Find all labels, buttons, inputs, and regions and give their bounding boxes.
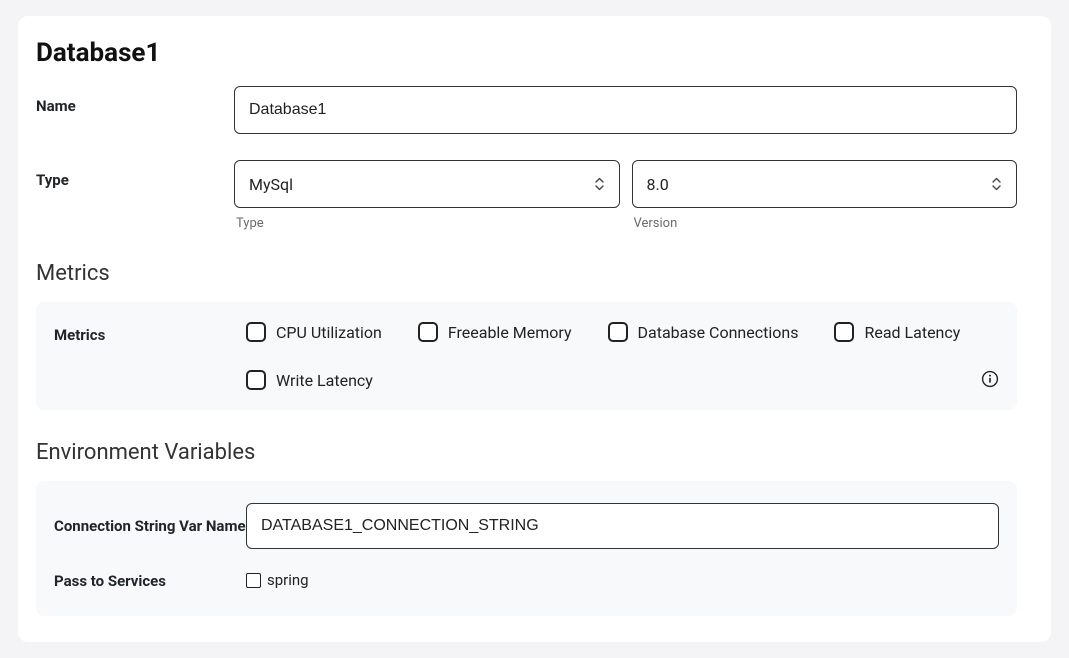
- checkbox-icon: [246, 370, 266, 390]
- type-select-value: MySql: [249, 175, 293, 194]
- type-label: Type: [36, 160, 234, 189]
- metric-label: Write Latency: [276, 371, 373, 390]
- env-box: Connection String Var Name Pass to Servi…: [36, 481, 1017, 616]
- chevron-up-down-icon: [991, 176, 1002, 192]
- type-select[interactable]: MySql: [234, 160, 620, 208]
- metric-label: Read Latency: [864, 323, 960, 342]
- checkbox-icon: [834, 322, 854, 342]
- checkbox-icon: [418, 322, 438, 342]
- connection-string-input[interactable]: [246, 503, 999, 549]
- metric-label: CPU Utilization: [276, 323, 382, 342]
- page-title: Database1: [36, 38, 1017, 68]
- name-row: Name: [36, 86, 1017, 134]
- info-icon[interactable]: [981, 370, 999, 392]
- metric-checkbox-memory[interactable]: Freeable Memory: [418, 322, 572, 342]
- version-select[interactable]: 8.0: [632, 160, 1018, 208]
- metric-label: Database Connections: [638, 323, 799, 342]
- name-input[interactable]: [234, 86, 1017, 134]
- metrics-box: Metrics CPU Utilization Freeable Memory …: [36, 302, 1017, 410]
- metrics-checkbox-group: CPU Utilization Freeable Memory Database…: [246, 322, 999, 390]
- page-background: Database1 Name Type MySql: [0, 0, 1069, 658]
- name-label: Name: [36, 86, 234, 115]
- spacer: [36, 616, 1017, 643]
- metric-checkbox-connections[interactable]: Database Connections: [608, 322, 799, 342]
- database-editor-panel[interactable]: Database1 Name Type MySql: [18, 16, 1051, 642]
- version-sublabel: Version: [632, 216, 1018, 231]
- type-sublabel: Type: [234, 216, 620, 231]
- metric-checkbox-cpu[interactable]: CPU Utilization: [246, 322, 382, 342]
- metrics-section-title: Metrics: [36, 261, 1017, 286]
- metrics-label: Metrics: [54, 322, 246, 344]
- checkbox-icon: [246, 573, 261, 588]
- service-label: spring: [267, 571, 309, 589]
- service-checkbox-spring[interactable]: spring: [246, 571, 309, 589]
- connection-string-label: Connection String Var Name: [54, 516, 246, 536]
- metric-label: Freeable Memory: [448, 323, 572, 342]
- chevron-up-down-icon: [594, 176, 605, 192]
- env-section-title: Environment Variables: [36, 440, 1017, 465]
- metric-checkbox-write-latency[interactable]: Write Latency: [246, 370, 373, 390]
- type-row: Type MySql Type: [36, 160, 1017, 231]
- metric-checkbox-read-latency[interactable]: Read Latency: [834, 322, 960, 342]
- checkbox-icon: [608, 322, 628, 342]
- checkbox-icon: [246, 322, 266, 342]
- version-select-value: 8.0: [647, 175, 669, 194]
- pass-to-services-label: Pass to Services: [54, 571, 246, 591]
